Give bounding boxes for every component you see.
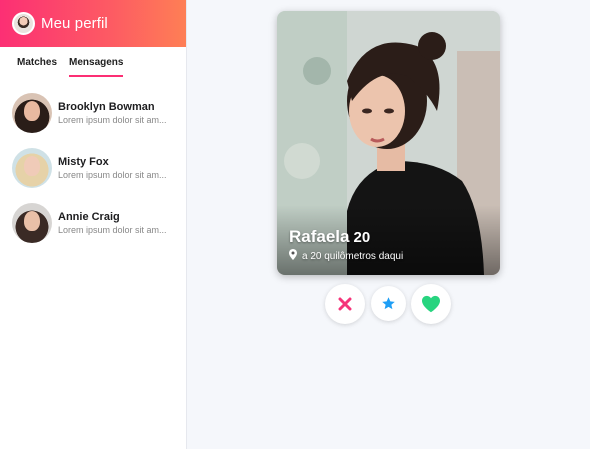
card-name: Rafaela 20 [289,227,370,247]
card-distance: a 20 quilômetros daqui [289,249,403,263]
card-distance-text: a 20 quilômetros daqui [302,250,404,262]
list-item[interactable]: Misty Fox Lorem ipsum dolor sit am... [0,140,186,195]
nope-button[interactable] [325,284,365,324]
close-icon [338,297,352,311]
superlike-button[interactable] [371,286,406,321]
location-pin-icon [289,249,297,263]
match-preview: Lorem ipsum dolor sit am... [58,114,167,125]
tab-matches[interactable]: Matches [17,57,57,77]
match-preview: Lorem ipsum dolor sit am... [58,169,167,180]
match-name: Brooklyn Bowman [58,100,155,113]
avatar [12,202,52,243]
avatar [12,92,52,133]
avatar [12,147,52,188]
sidebar: Meu perfil Matches Mensagens Brooklyn Bo… [0,0,187,449]
star-icon [382,297,395,310]
card-age: 20 [353,229,371,246]
profile-avatar[interactable] [12,12,35,35]
card-name-text: Rafaela [289,227,350,246]
tab-messages[interactable]: Mensagens [69,57,124,77]
match-name: Annie Craig [58,210,120,223]
tab-bar: Matches Mensagens [0,47,186,77]
match-name: Misty Fox [58,155,109,168]
like-button[interactable] [411,284,451,324]
list-item[interactable]: Brooklyn Bowman Lorem ipsum dolor sit am… [0,85,186,140]
action-bar [325,284,453,324]
profile-header[interactable]: Meu perfil [0,0,186,47]
match-list: Brooklyn Bowman Lorem ipsum dolor sit am… [0,77,186,250]
profile-title[interactable]: Meu perfil [41,15,108,32]
profile-card[interactable]: Rafaela 20 a 20 quilômetros daqui [277,11,500,275]
match-preview: Lorem ipsum dolor sit am... [58,224,167,235]
list-item[interactable]: Annie Craig Lorem ipsum dolor sit am... [0,195,186,250]
heart-icon [422,295,440,313]
